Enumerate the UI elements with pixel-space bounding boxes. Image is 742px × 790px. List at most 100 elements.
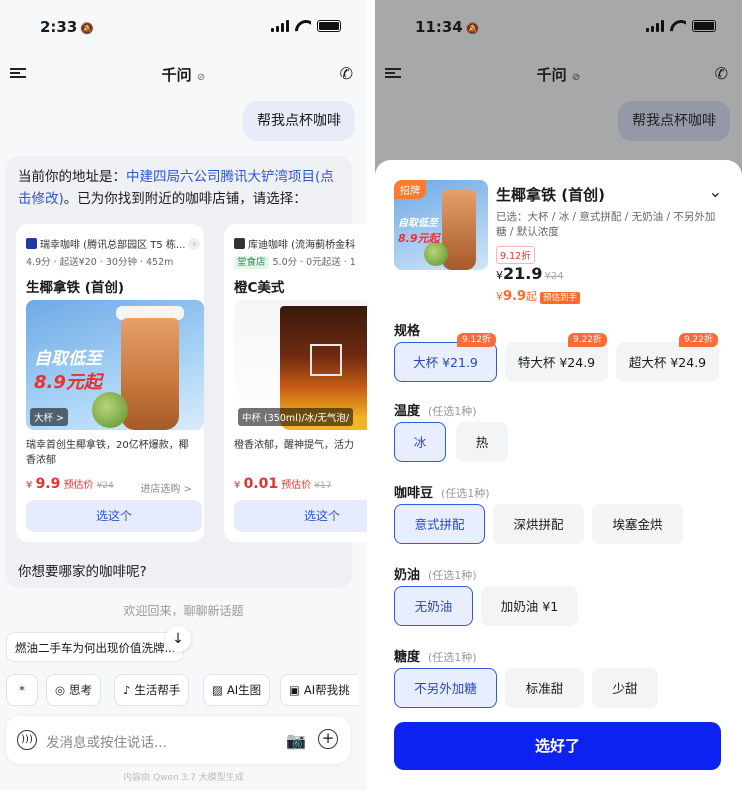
option-size-large[interactable]: 大杯 ¥21.9 9.12折 [394, 333, 497, 382]
est-symbol: ¥ [496, 290, 503, 303]
store-link[interactable]: 进店选购 > [140, 480, 192, 495]
suggestion-chip[interactable]: 燃油二手车为何出现价值洗牌... [6, 632, 184, 662]
mute-icon: 🔕 [465, 22, 480, 35]
price-symbol: ¥ [496, 269, 503, 282]
wifi-icon [295, 20, 311, 32]
option-temp-hot[interactable]: 热 [456, 422, 508, 462]
user-message: 帮我点杯咖啡 [618, 101, 730, 141]
signal-icon [646, 20, 664, 32]
select-button[interactable]: 选这个 [26, 500, 202, 532]
scroll-down-icon[interactable]: ↓ [165, 626, 191, 652]
option-sugar-none[interactable]: 不另外加糖 [394, 668, 497, 708]
option-label: 大杯 ¥21.9 [413, 355, 478, 370]
store-name: 库迪咖啡 (流海蓟桥金科 [248, 240, 356, 251]
message-input[interactable]: 发消息或按住说话... [46, 731, 167, 751]
price-value: 0.01 [243, 476, 279, 492]
camera-icon[interactable]: 📷 [286, 731, 306, 750]
status-time: 2:33 🔕 [40, 18, 94, 36]
tool-chip-image[interactable]: ▨ AI生图 [203, 674, 271, 706]
order-screen: 11:34 🔕 千问 ⊘ ✆ 帮我点杯咖啡 自取低至 8.9元起 招牌 生椰拿铁 … [375, 0, 742, 790]
plus-icon[interactable]: + [318, 729, 338, 749]
product-name: 生椰拿铁 (首创) [26, 280, 125, 296]
option-label: 特大杯 ¥24.9 [517, 355, 596, 370]
store-row: 库迪咖啡 (流海蓟桥金科 [234, 236, 367, 251]
estimated-price: ¥9.9起 预估到手 [496, 288, 581, 304]
store-logo-icon [234, 238, 245, 249]
store-card[interactable]: 瑞幸咖啡 (腾讯总部园区 T5 栋... › 4.9分 · 起送¥20 · 30… [16, 224, 204, 542]
tool-chip-life[interactable]: ♪ 生活帮手 [114, 674, 190, 706]
select-button[interactable]: 选这个 [234, 500, 367, 532]
reply-prefix: 当前你的地址是： [18, 169, 126, 185]
confirm-button[interactable]: 选好了 [394, 722, 721, 770]
call-icon[interactable]: ✆ [715, 64, 728, 83]
size-tag[interactable]: 大杯 > [30, 408, 68, 426]
chip-label: 思考 [69, 683, 93, 697]
price: ¥ 9.9 预估价 ¥24 [26, 476, 114, 492]
option-cream-add[interactable]: 加奶油 ¥1 [481, 586, 578, 626]
price-note: 预估价 [281, 480, 312, 491]
orig-price: ¥17 [314, 481, 332, 491]
store-card[interactable]: 库迪咖啡 (流海蓟桥金科 堂食店 5.0分 · 0元起送 · 1 橙C美式 中杯 … [224, 224, 367, 542]
size-tag[interactable]: 中杯 (350ml)/冰/无气泡/ [238, 408, 354, 426]
status-bar: 11:34 🔕 [375, 16, 742, 40]
option-size-xl[interactable]: 特大杯 ¥24.9 9.22折 [505, 333, 608, 382]
chip-label: AI帮我挑 [303, 683, 350, 697]
option-label: 热 [475, 435, 489, 450]
welcome-text: 欢迎回来，聊聊新话题 [123, 604, 244, 618]
option-bean-italian[interactable]: 意式拼配 [394, 504, 485, 544]
promo-line1: 自取低至 [34, 349, 102, 369]
brand-logo-icon [310, 344, 342, 376]
option-size-xxl[interactable]: 超大杯 ¥24.9 9.22折 [616, 333, 719, 382]
option-label: 冰 [413, 435, 427, 450]
call-icon[interactable]: ✆ [340, 64, 353, 83]
battery-icon [692, 20, 716, 32]
app-title: 千问 ⊘ [375, 64, 742, 85]
chevron-down-icon[interactable]: ⌄ [709, 182, 722, 201]
option-label: 无奶油 [414, 599, 453, 614]
discount-badge: 9.12折 [456, 333, 496, 347]
address-link[interactable]: 中建四局六公司腾讯大铲湾项目 [126, 169, 315, 185]
think-icon: ◎ [55, 683, 66, 697]
selected-summary: 已选：大杯 / 冰 / 意式拼配 / 无奶油 / 不另外加糖 / 默认浓度 [496, 211, 716, 238]
section-title-text: 奶油 [394, 568, 421, 583]
tool-chip-pick[interactable]: ▣ AI帮我挑 [280, 674, 358, 706]
option-cream-none[interactable]: 无奶油 [394, 586, 473, 626]
app-title-text: 千问 [536, 66, 567, 84]
reply-text: 当前你的地址是：中建四局六公司腾讯大铲湾项目(点击修改)。已为你找到附近的咖啡店… [18, 166, 343, 210]
option-sugar-standard[interactable]: 标准甜 [505, 668, 584, 708]
size-section-title: 规格 [394, 320, 420, 339]
voice-icon[interactable]: ))) [17, 730, 37, 750]
option-sugar-less[interactable]: 少甜 [592, 668, 658, 708]
option-bean-dark[interactable]: 深烘拼配 [493, 504, 584, 544]
time-text: 2:33 [40, 18, 78, 36]
store-logo-icon [26, 238, 37, 249]
price: ¥21.9 ¥24 [496, 264, 564, 283]
tool-chip-more[interactable]: * [6, 674, 38, 706]
option-label: 标准甜 [525, 681, 564, 696]
store-meta: 堂食店 5.0分 · 0元起送 · 1 [234, 254, 367, 269]
orig-price: ¥24 [544, 271, 564, 282]
store-meta-text: 5.0分 · 0元起送 · 1 [272, 257, 356, 268]
shopping-icon: ▣ [289, 683, 300, 697]
chat-screen: 2:33 🔕 千问 ⊘ ✆ 帮我点杯咖啡 当前你的地址是：中建四局六公司腾讯大铲湾… [0, 0, 367, 790]
product-image[interactable]: 自取低至 8.9元起 大杯 > [26, 300, 204, 430]
sugar-section-title: 糖度 (任选1种) [394, 646, 477, 665]
chevron-right-icon[interactable]: › [188, 237, 201, 250]
coconut-shape [92, 392, 128, 428]
wifi-icon [670, 20, 686, 32]
dine-in-tag: 堂食店 [234, 256, 269, 269]
price-value: 21.9 [503, 264, 543, 283]
tool-chip-think[interactable]: ◎ 思考 [46, 674, 102, 706]
assistant-reply: 当前你的地址是：中建四局六公司腾讯大铲湾项目(点击修改)。已为你找到附近的咖啡店… [6, 156, 367, 588]
option-label: 少甜 [612, 681, 638, 696]
option-bean-ethiopia[interactable]: 埃塞金烘 [592, 504, 683, 544]
price-symbol: ¥ [234, 480, 241, 491]
status-time: 11:34 🔕 [415, 18, 479, 36]
option-label: 超大杯 ¥24.9 [628, 355, 707, 370]
discount-badge: 9.12折 [496, 246, 535, 264]
reply-suffix: 。已为你找到附近的咖啡店铺，请选择： [63, 191, 307, 207]
product-image[interactable]: 中杯 (350ml)/冰/无气泡/ [234, 300, 367, 430]
status-icons [646, 20, 716, 32]
est-suffix: 起 [526, 290, 538, 303]
option-temp-ice[interactable]: 冰 [394, 422, 446, 462]
